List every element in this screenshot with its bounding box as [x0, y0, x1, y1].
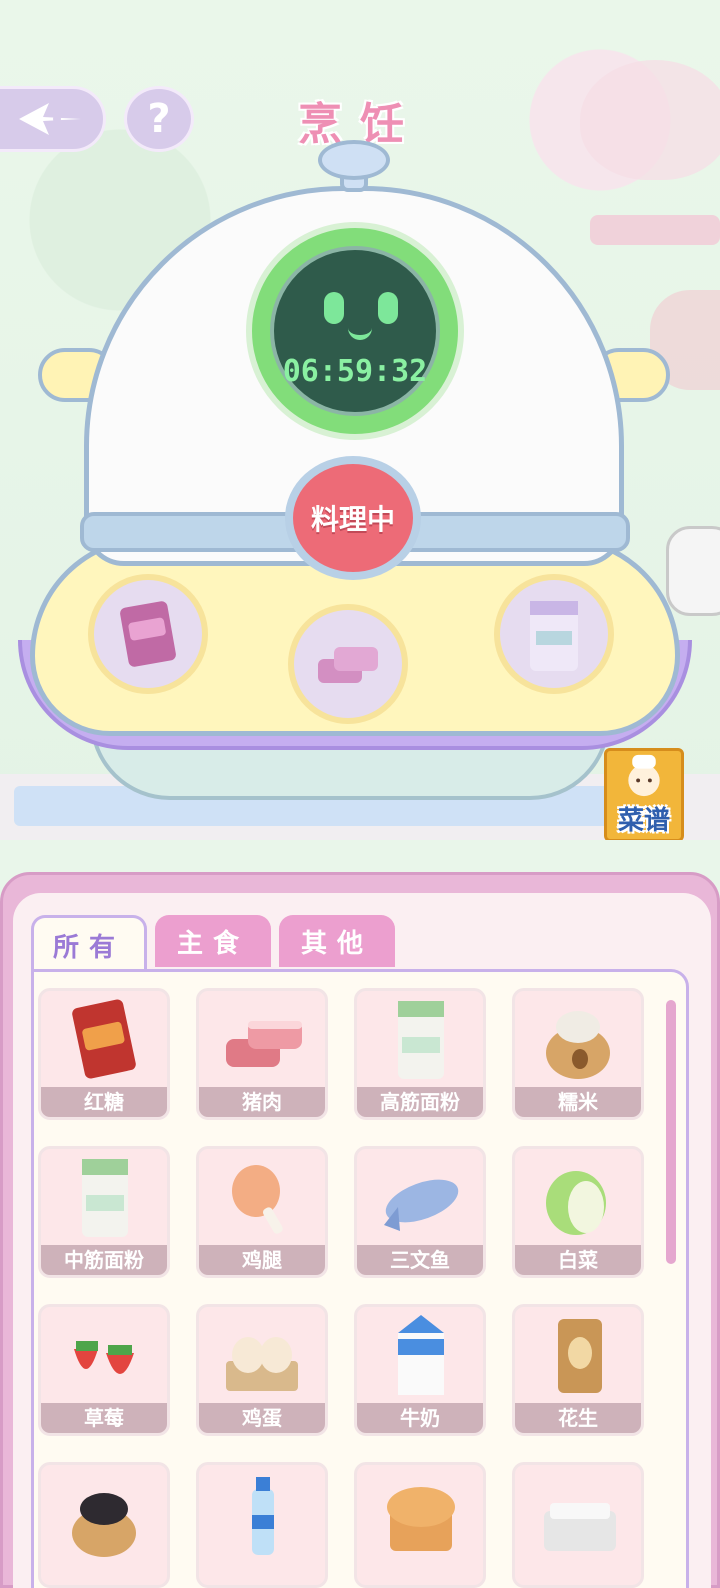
ingredient-label: 红糖	[41, 1087, 167, 1117]
cooking-scene: ? 烹饪 06:59:32 料理中 菜谱	[0, 0, 720, 840]
chef-cat-icon	[628, 754, 660, 797]
brown-sugar-icon	[120, 601, 176, 667]
ingredient-item[interactable]: 白菜	[512, 1146, 644, 1278]
eggs-icon	[199, 1307, 325, 1407]
category-tabs: 所有 主食 其他	[31, 915, 395, 973]
ingredient-label: 白菜	[515, 1245, 641, 1275]
recipe-book-button[interactable]: 菜谱	[604, 748, 684, 840]
ingredient-label: 草莓	[41, 1403, 167, 1433]
cooking-timer: 06:59:32	[246, 222, 464, 440]
ingredient-label: 中筋面粉	[41, 1245, 167, 1275]
side-tab[interactable]	[666, 526, 720, 616]
pork-icon	[318, 647, 378, 683]
milk-carton-icon	[357, 1307, 483, 1407]
ingredient-item[interactable]: 猪肉	[196, 988, 328, 1120]
ingredient-slot-3[interactable]	[494, 574, 614, 694]
ingredient-item[interactable]: 三文鱼	[354, 1146, 486, 1278]
strawberry-icon	[41, 1307, 167, 1407]
recipe-book-label: 菜谱	[617, 806, 670, 836]
rice-sack-icon	[515, 991, 641, 1091]
brown-sugar-icon	[41, 991, 167, 1091]
ingredient-label: 糯米	[515, 1087, 641, 1117]
ingredient-label: 鸡蛋	[199, 1403, 325, 1433]
ingredient-label: 高筋面粉	[357, 1087, 483, 1117]
pork-icon	[199, 991, 325, 1091]
shelf-decoration	[590, 215, 720, 245]
cooker-knob	[318, 140, 390, 180]
ingredient-label: 牛奶	[357, 1403, 483, 1433]
drumstick-icon	[199, 1149, 325, 1249]
flour-bag-icon	[357, 991, 483, 1091]
ingredient-item[interactable]: 高筋面粉	[354, 988, 486, 1120]
robot-eye-right	[378, 292, 398, 324]
robot-face: 06:59:32	[270, 246, 440, 416]
water-bottle-icon	[199, 1465, 325, 1565]
ingredient-item[interactable]: 花生	[512, 1304, 644, 1436]
cooking-status-button[interactable]: 料理中	[285, 456, 421, 580]
ingredient-item[interactable]	[354, 1462, 486, 1588]
robot-mouth	[348, 328, 372, 340]
peanut-bag-icon	[515, 1307, 641, 1407]
ingredient-label: 猪肉	[199, 1087, 325, 1117]
ingredient-item[interactable]: 中筋面粉	[38, 1146, 170, 1278]
ingredient-item[interactable]	[512, 1462, 644, 1588]
ingredient-item[interactable]: 牛奶	[354, 1304, 486, 1436]
black-rice-sack-icon	[41, 1465, 167, 1565]
tab-all[interactable]: 所有	[31, 915, 147, 973]
ingredient-item[interactable]: 鸡蛋	[196, 1304, 328, 1436]
cabbage-icon	[515, 1149, 641, 1249]
salmon-icon	[357, 1149, 483, 1249]
ingredient-slot-1[interactable]	[88, 574, 208, 694]
ingredient-label: 花生	[515, 1403, 641, 1433]
timer-countdown: 06:59:32	[282, 354, 428, 389]
tofu-box-icon	[515, 1465, 641, 1565]
flour-icon	[530, 601, 578, 671]
tab-other[interactable]: 其他	[279, 915, 395, 967]
ingredient-label: 鸡腿	[199, 1245, 325, 1275]
robot-eye-left	[324, 292, 344, 324]
flour-bag-icon	[41, 1149, 167, 1249]
ingredient-item[interactable]: 红糖	[38, 988, 170, 1120]
ingredient-label: 三文鱼	[357, 1245, 483, 1275]
ingredient-item[interactable]	[196, 1462, 328, 1588]
ingredient-slot-2[interactable]	[288, 604, 408, 724]
bread-icon	[357, 1465, 483, 1565]
ingredient-item[interactable]	[38, 1462, 170, 1588]
scrollbar[interactable]	[666, 1000, 676, 1264]
ingredient-item[interactable]: 鸡腿	[196, 1146, 328, 1278]
ingredient-item[interactable]: 草莓	[38, 1304, 170, 1436]
ingredient-item[interactable]: 糯米	[512, 988, 644, 1120]
tab-staple[interactable]: 主食	[155, 915, 271, 967]
